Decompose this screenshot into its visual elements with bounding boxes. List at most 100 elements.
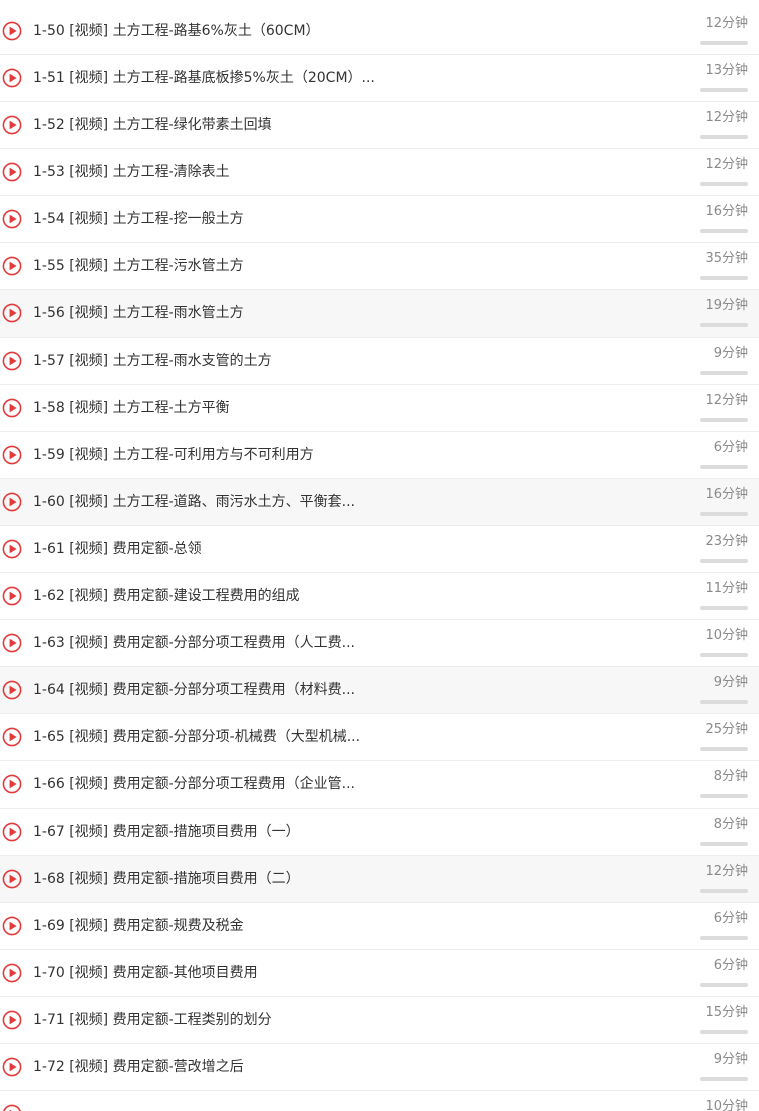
play-circle-icon[interactable] — [2, 492, 22, 512]
lesson-title[interactable]: 1-58 [视频] 土方工程-土方平衡 — [33, 399, 230, 417]
play-circle-icon[interactable] — [2, 1057, 22, 1077]
lesson-title[interactable]: 1-63 [视频] 费用定额-分部分项工程费用（人工费... — [33, 634, 355, 652]
lesson-title[interactable]: 1-54 [视频] 土方工程-挖一般土方 — [33, 210, 244, 228]
lesson-title[interactable]: 1-56 [视频] 土方工程-雨水管土方 — [33, 304, 244, 322]
lesson-title[interactable]: 1-66 [视频] 费用定额-分部分项工程费用（企业管... — [33, 775, 355, 793]
lesson-title[interactable]: 1-55 [视频] 土方工程-污水管土方 — [33, 257, 244, 275]
lesson-title[interactable]: 1-69 [视频] 费用定额-规费及税金 — [33, 917, 244, 935]
progress-bar — [700, 700, 748, 705]
lesson-row[interactable]: 1-67 [视频] 费用定额-措施项目费用（一） 8分钟 — [0, 808, 759, 856]
lesson-title[interactable]: 1-71 [视频] 费用定额-工程类别的划分 — [33, 1011, 272, 1029]
lesson-title[interactable]: 1-60 [视频] 土方工程-道路、雨污水土方、平衡套... — [33, 493, 355, 511]
play-circle-icon[interactable] — [2, 869, 22, 889]
lesson-row[interactable]: 1-66 [视频] 费用定额-分部分项工程费用（企业管... 8分钟 — [0, 761, 759, 809]
lesson-title[interactable]: 1-67 [视频] 费用定额-措施项目费用（一） — [33, 823, 300, 841]
lesson-title[interactable]: 1-57 [视频] 土方工程-雨水支管的土方 — [33, 352, 272, 370]
progress-bar — [700, 794, 748, 799]
lesson-row[interactable]: 1-50 [视频] 土方工程-路基6%灰土（60CM） 12分钟 — [0, 0, 759, 55]
play-circle-icon[interactable] — [2, 115, 22, 135]
lesson-duration: 35分钟 — [705, 251, 748, 267]
lesson-duration: 12分钟 — [705, 392, 748, 408]
lesson-duration: 10分钟 — [705, 628, 748, 644]
progress-bar — [700, 135, 748, 140]
progress-bar — [700, 888, 748, 893]
play-circle-icon[interactable] — [2, 1010, 22, 1030]
progress-bar — [700, 370, 748, 375]
progress-bar — [700, 653, 748, 658]
lesson-duration: 11分钟 — [705, 581, 748, 597]
lesson-title[interactable]: 1-53 [视频] 土方工程-清除表土 — [33, 163, 230, 181]
lesson-row[interactable]: 1-72 [视频] 费用定额-营改增之后 9分钟 — [0, 1043, 759, 1092]
lesson-row[interactable]: 1-58 [视频] 土方工程-土方平衡 12分钟 — [0, 384, 759, 432]
lesson-row[interactable]: 1-70 [视频] 费用定额-其他项目费用 6分钟 — [0, 949, 759, 997]
progress-bar — [700, 982, 748, 987]
play-circle-icon[interactable] — [2, 1104, 22, 1111]
play-circle-icon[interactable] — [2, 209, 22, 229]
progress-bar — [700, 511, 748, 516]
lesson-duration: 9分钟 — [713, 675, 748, 691]
play-circle-icon[interactable] — [2, 774, 22, 794]
lesson-title[interactable]: 1-59 [视频] 土方工程-可利用方与不可利用方 — [33, 446, 314, 464]
play-circle-icon[interactable] — [2, 21, 22, 41]
progress-bar — [700, 276, 748, 281]
lesson-row[interactable]: 1-68 [视频] 费用定额-措施项目费用（二） 12分钟 — [0, 855, 759, 903]
play-circle-icon[interactable] — [2, 539, 22, 559]
lesson-row[interactable]: 1-64 [视频] 费用定额-分部分项工程费用（材料费... 9分钟 — [0, 667, 759, 715]
lesson-title[interactable]: 1-61 [视频] 费用定额-总领 — [33, 540, 202, 558]
progress-bar — [700, 935, 748, 940]
lesson-row[interactable]: 1-57 [视频] 土方工程-雨水支管的土方 9分钟 — [0, 337, 759, 385]
lesson-row[interactable]: 1-55 [视频] 土方工程-污水管土方 35分钟 — [0, 243, 759, 291]
play-circle-icon[interactable] — [2, 633, 22, 653]
lesson-row[interactable]: 1-61 [视频] 费用定额-总领 23分钟 — [0, 525, 759, 574]
lesson-title[interactable]: 1-62 [视频] 费用定额-建设工程费用的组成 — [33, 587, 300, 605]
lesson-duration: 10分钟 — [705, 1099, 748, 1111]
lesson-title[interactable]: 1-51 [视频] 土方工程-路基底板掺5%灰土（20CM）... — [33, 69, 375, 87]
lesson-duration: 6分钟 — [713, 910, 748, 926]
lesson-row[interactable]: 1-56 [视频] 土方工程-雨水管土方 19分钟 — [0, 290, 759, 338]
lesson-duration: 9分钟 — [713, 1051, 748, 1067]
lesson-row[interactable]: 1-60 [视频] 土方工程-道路、雨污水土方、平衡套... 16分钟 — [0, 478, 759, 526]
lesson-duration: 16分钟 — [705, 486, 748, 502]
progress-bar — [700, 747, 748, 752]
lesson-title[interactable]: 1-72 [视频] 费用定额-营改增之后 — [33, 1058, 244, 1076]
lesson-row[interactable]: 1-59 [视频] 土方工程-可利用方与不可利用方 6分钟 — [0, 431, 759, 479]
play-circle-icon[interactable] — [2, 822, 22, 842]
play-circle-icon[interactable] — [2, 680, 22, 700]
play-circle-icon[interactable] — [2, 256, 22, 276]
lesson-row[interactable]: 1-51 [视频] 土方工程-路基底板掺5%灰土（20CM）... 13分钟 — [0, 55, 759, 103]
lesson-row[interactable]: 1-52 [视频] 土方工程-绿化带素土回填 12分钟 — [0, 102, 759, 150]
lesson-duration: 12分钟 — [705, 16, 748, 31]
lesson-duration: 16分钟 — [705, 204, 748, 220]
lesson-row[interactable]: 1-71 [视频] 费用定额-工程类别的划分 15分钟 — [0, 996, 759, 1044]
play-circle-icon[interactable] — [2, 586, 22, 606]
play-circle-icon[interactable] — [2, 398, 22, 418]
lesson-title[interactable]: 1-70 [视频] 费用定额-其他项目费用 — [33, 964, 258, 982]
lesson-row[interactable]: 1-53 [视频] 土方工程-清除表土 12分钟 — [0, 149, 759, 197]
lesson-duration: 13分钟 — [705, 63, 748, 78]
play-circle-icon[interactable] — [2, 68, 22, 88]
lesson-row[interactable]: 10分钟 — [0, 1091, 759, 1111]
lesson-row[interactable]: 1-69 [视频] 费用定额-规费及税金 6分钟 — [0, 902, 759, 950]
lesson-title[interactable]: 1-50 [视频] 土方工程-路基6%灰土（60CM） — [33, 22, 320, 40]
lesson-title[interactable]: 1-65 [视频] 费用定额-分部分项-机械费（大型机械... — [33, 728, 360, 746]
lesson-row[interactable]: 1-63 [视频] 费用定额-分部分项工程费用（人工费... 10分钟 — [0, 620, 759, 668]
lesson-duration: 8分钟 — [713, 816, 748, 832]
play-circle-icon[interactable] — [2, 303, 22, 323]
progress-bar — [700, 323, 748, 328]
play-circle-icon[interactable] — [2, 963, 22, 983]
lesson-row[interactable]: 1-62 [视频] 费用定额-建设工程费用的组成 11分钟 — [0, 573, 759, 621]
lesson-title[interactable]: 1-64 [视频] 费用定额-分部分项工程费用（材料费... — [33, 681, 355, 699]
progress-bar — [700, 558, 748, 563]
lesson-duration: 15分钟 — [705, 1004, 748, 1020]
lesson-title[interactable]: 1-68 [视频] 费用定额-措施项目费用（二） — [33, 870, 300, 888]
progress-bar — [700, 229, 748, 234]
play-circle-icon[interactable] — [2, 445, 22, 465]
play-circle-icon[interactable] — [2, 916, 22, 936]
play-circle-icon[interactable] — [2, 727, 22, 747]
lesson-title[interactable]: 1-52 [视频] 土方工程-绿化带素土回填 — [33, 116, 272, 134]
lesson-row[interactable]: 1-54 [视频] 土方工程-挖一般土方 16分钟 — [0, 196, 759, 244]
progress-bar — [700, 182, 748, 187]
play-circle-icon[interactable] — [2, 351, 22, 371]
play-circle-icon[interactable] — [2, 162, 22, 182]
lesson-row[interactable]: 1-65 [视频] 费用定额-分部分项-机械费（大型机械... 25分钟 — [0, 714, 759, 762]
